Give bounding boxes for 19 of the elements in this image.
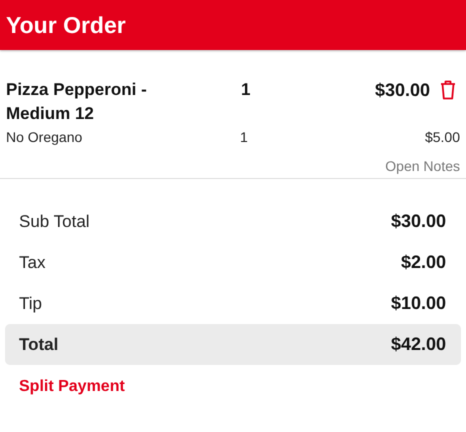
summary-label: Sub Total bbox=[19, 212, 90, 232]
total-label: Total bbox=[19, 334, 58, 354]
trash-icon bbox=[440, 80, 456, 100]
item-price: $30.00 bbox=[374, 79, 430, 102]
modifier-price: $5.00 bbox=[424, 128, 460, 147]
summary-label: Tax bbox=[19, 252, 46, 272]
modifier-name: No Oregano bbox=[6, 128, 84, 147]
split-payment-link[interactable]: Split Payment bbox=[19, 378, 125, 395]
summary-value: $30.00 bbox=[390, 211, 446, 232]
summary-label: Tip bbox=[19, 294, 42, 314]
open-notes-link[interactable]: Open Notes bbox=[385, 158, 460, 174]
summary-value: $2.00 bbox=[400, 252, 446, 273]
page-title: Your Order bbox=[6, 12, 126, 38]
item-quantity: 1 bbox=[240, 79, 252, 101]
modifier-quantity: 1 bbox=[240, 128, 249, 147]
item-name: Pizza Pepperoni - Medium 12 bbox=[6, 79, 148, 125]
summary-value: $10.00 bbox=[390, 293, 446, 314]
delete-button[interactable] bbox=[440, 80, 456, 100]
total-value: $42.00 bbox=[390, 334, 446, 355]
